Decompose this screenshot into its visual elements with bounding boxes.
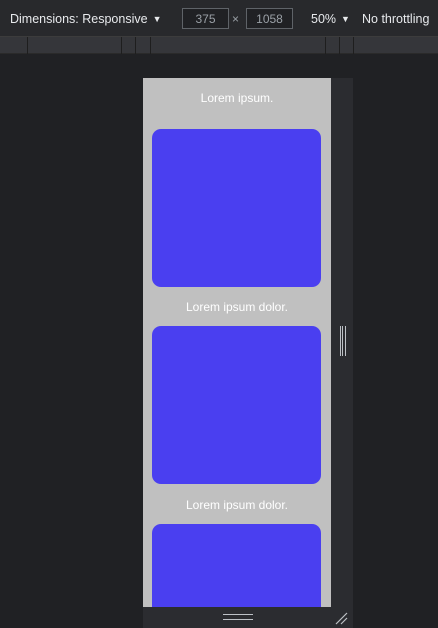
dimensions-dropdown[interactable]: Dimensions: Responsive ▼: [10, 12, 161, 26]
height-input[interactable]: [246, 8, 293, 29]
media-query-tick: [121, 37, 122, 54]
media-query-tick: [27, 37, 28, 54]
zoom-dropdown[interactable]: 50% ▼: [311, 12, 350, 26]
media-query-tick: [325, 37, 326, 54]
media-query-bar[interactable]: [0, 37, 438, 54]
right-resize-gutter[interactable]: [331, 78, 353, 607]
bottom-resize-gutter[interactable]: [143, 607, 353, 628]
times-symbol: ×: [232, 12, 240, 26]
zoom-caret-icon: ▼: [341, 14, 350, 24]
dimensions-label: Dimensions: Responsive: [10, 12, 148, 26]
height-resize-handle-icon[interactable]: [223, 614, 253, 620]
paragraph-text: Lorem ipsum dolor.: [185, 300, 289, 314]
width-input[interactable]: [182, 8, 229, 29]
media-query-tick: [150, 37, 151, 54]
device-toolbar: Dimensions: Responsive ▼ × 50% ▼ No thro…: [0, 0, 438, 37]
device-viewport[interactable]: Lorem ipsum. Lorem ipsum dolor. Lorem ip…: [143, 78, 331, 607]
paragraph-text: Lorem ipsum.: [200, 91, 274, 105]
zoom-label: 50%: [311, 12, 337, 26]
media-query-tick: [135, 37, 136, 54]
paragraph-text: Lorem ipsum dolor.: [185, 498, 289, 512]
media-query-tick: [339, 37, 340, 54]
throttling-dropdown[interactable]: No throttling: [362, 12, 429, 26]
dimensions-caret-icon: ▼: [152, 14, 162, 24]
media-query-tick: [353, 37, 354, 54]
corner-resize-handle-icon[interactable]: [334, 611, 348, 625]
throttling-label: No throttling: [362, 12, 430, 26]
blue-card: [152, 129, 321, 287]
width-resize-handle-icon[interactable]: [340, 326, 346, 356]
blue-card: [152, 524, 321, 607]
blue-card: [152, 326, 321, 484]
